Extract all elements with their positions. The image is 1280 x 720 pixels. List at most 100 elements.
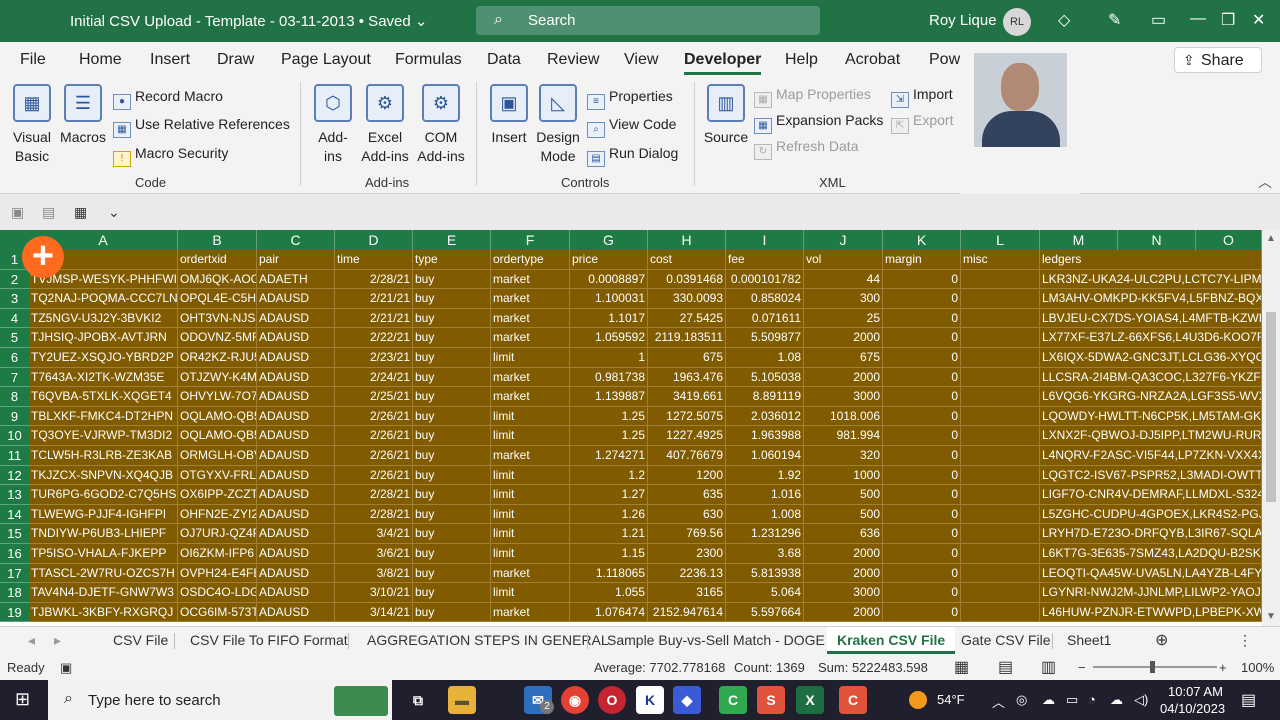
map-properties-button[interactable]: ▦ Map Properties [754, 86, 871, 108]
table-cell[interactable]: 2/28/21 [335, 269, 413, 290]
table-cell[interactable]: limit [491, 485, 570, 505]
scroll-up-icon[interactable]: ▲ [1266, 233, 1276, 244]
tab-kraken-csv-file[interactable]: Kraken CSV File [827, 627, 956, 654]
column-header-j[interactable]: J [804, 230, 883, 250]
table-cell[interactable]: buy [413, 485, 491, 505]
table-cell[interactable]: 3/4/21 [335, 524, 413, 544]
table-cell[interactable]: 0 [883, 504, 961, 525]
table-cell[interactable]: time [335, 250, 413, 270]
table-cell[interactable]: buy [413, 406, 491, 427]
zoom-out-icon[interactable]: − [1078, 660, 1086, 675]
table-cell[interactable]: buy [413, 446, 491, 466]
table-cell[interactable] [961, 269, 1040, 290]
table-cell[interactable]: market [491, 387, 570, 407]
source-button[interactable]: ▥ Source [702, 84, 750, 147]
table-cell[interactable]: ADAUSD [257, 465, 335, 486]
diamond-icon[interactable]: ◇ [1058, 10, 1070, 30]
table-cell[interactable]: 1.25 [570, 406, 648, 427]
column-header-k[interactable]: K [883, 230, 961, 250]
table-cell[interactable]: 1000 [804, 465, 883, 486]
table-cell[interactable]: T6QVBA-5TXLK-XQGET4 [29, 387, 178, 407]
tab-scroll-right-icon[interactable]: ▸ [54, 632, 61, 649]
table-cell[interactable]: 1.15 [570, 544, 648, 564]
page-break-view-icon[interactable]: ▥ [1041, 657, 1056, 677]
table-cell[interactable]: T7643A-XI2TK-WZM35E [29, 367, 178, 388]
table-cell[interactable]: L6KT7G-3E635-7SMZ43,LA2DQU-B2SK5 [1040, 544, 1262, 564]
table-cell[interactable] [961, 348, 1040, 368]
table-cell[interactable]: 2/26/21 [335, 446, 413, 466]
table-cell[interactable]: 3000 [804, 583, 883, 603]
table-cell[interactable]: ADAUSD [257, 544, 335, 564]
row-header[interactable]: 6 [0, 348, 29, 368]
insert-control-button[interactable]: ▣ Insert [487, 84, 531, 147]
table-cell[interactable]: OTJZWY-K4M [178, 367, 257, 388]
table-cell[interactable]: 1.25 [570, 426, 648, 446]
table-cell[interactable] [961, 544, 1040, 564]
table-cell[interactable]: 0 [883, 465, 961, 486]
row-header[interactable]: 14 [0, 504, 29, 525]
table-cell[interactable]: 27.5425 [648, 308, 726, 329]
column-header-i[interactable]: I [726, 230, 804, 250]
table-cell[interactable]: 2000 [804, 602, 883, 623]
excel-icon[interactable]: X [796, 686, 824, 714]
table-cell[interactable]: OTGYXV-FRLE [178, 465, 257, 486]
table-cell[interactable]: 1.274271 [570, 446, 648, 466]
menu-view[interactable]: View [624, 51, 658, 69]
row-header[interactable]: 13 [0, 485, 29, 505]
table-cell[interactable]: ADAUSD [257, 563, 335, 584]
menu-help[interactable]: Help [785, 51, 818, 69]
table-cell[interactable]: 0.071611 [726, 308, 804, 329]
table-cell[interactable]: OQLAMO-QB5 [178, 406, 257, 427]
table-cell[interactable] [961, 563, 1040, 584]
table-cell[interactable]: 1.139887 [570, 387, 648, 407]
tab-csv-fifo[interactable]: CSV File To FIFO Format [190, 632, 348, 648]
table-cell[interactable]: 1.100031 [570, 289, 648, 309]
addins-button[interactable]: ⬡ Add-ins [310, 84, 356, 166]
tab-scroll-left-icon[interactable]: ◂ [28, 632, 35, 649]
table-cell[interactable]: 3.68 [726, 544, 804, 564]
column-header-e[interactable]: E [413, 230, 491, 250]
paste-icon[interactable]: ▤ [42, 204, 55, 221]
table-cell[interactable]: 1.27 [570, 485, 648, 505]
table-cell[interactable]: OHVYLW-7O7 [178, 387, 257, 407]
file-explorer-icon[interactable]: ▬ [448, 686, 476, 714]
zoom-slider[interactable] [1093, 666, 1217, 668]
table-cell[interactable]: 1.059592 [570, 328, 648, 348]
table-cell[interactable]: 0 [883, 328, 961, 348]
table-cell[interactable]: ODOVNZ-5MF [178, 328, 257, 348]
table-cell[interactable]: LQGTC2-ISV67-PSPR52,L3MADI-OWTTF [1040, 465, 1262, 486]
tab-sample-buy-sell[interactable]: Sample Buy-vs-Sell Match - DOGE [607, 632, 825, 648]
table-cell[interactable]: TQ2NAJ-POQMA-CCC7LN [29, 289, 178, 309]
row-header[interactable]: 18 [0, 583, 29, 603]
table-cell[interactable]: TUR6PG-6GOD2-C7Q5HS [29, 485, 178, 505]
close-icon[interactable]: ✕ [1252, 10, 1265, 30]
design-mode-button[interactable]: ◺ Design Mode [533, 84, 583, 166]
table-cell[interactable]: misc [961, 250, 1040, 270]
save-icon[interactable]: ▣ [11, 204, 24, 221]
add-sheet-icon[interactable]: ⊕ [1155, 630, 1168, 650]
table-cell[interactable]: 0.0391468 [648, 269, 726, 290]
table-cell[interactable]: 0 [883, 308, 961, 329]
table-cell[interactable]: LXNX2F-QBWOJ-DJ5IPP,LTM2WU-RURM [1040, 426, 1262, 446]
table-cell[interactable]: 2236.13 [648, 563, 726, 584]
table-cell[interactable]: 981.994 [804, 426, 883, 446]
ribbon-display-icon[interactable]: ▭ [1151, 10, 1166, 30]
table-cell[interactable]: 2/28/21 [335, 485, 413, 505]
avatar[interactable]: RL [1003, 8, 1031, 36]
table-cell[interactable] [961, 504, 1040, 525]
table-cell[interactable]: ORMGLH-OBV [178, 446, 257, 466]
table-cell[interactable]: TZ5NGV-U3J2Y-3BVKI2 [29, 308, 178, 329]
table-cell[interactable]: LQOWDY-HWLTT-N6CP5K,LM5TAM-GK [1040, 406, 1262, 427]
table-cell[interactable]: 2/25/21 [335, 387, 413, 407]
table-cell[interactable]: market [491, 446, 570, 466]
table-cell[interactable]: 2/21/21 [335, 308, 413, 329]
table-cell[interactable]: 2/23/21 [335, 348, 413, 368]
row-header[interactable]: 3 [0, 289, 29, 309]
table-cell[interactable]: 5.105038 [726, 367, 804, 388]
table-cell[interactable]: OR42KZ-RJU5 [178, 348, 257, 368]
more-tabs-icon[interactable]: ⋮ [1238, 632, 1252, 649]
table-cell[interactable]: buy [413, 602, 491, 623]
weather-temp[interactable]: 54°F [937, 692, 965, 707]
table-cell[interactable]: ADAUSD [257, 602, 335, 623]
row-header[interactable]: 15 [0, 524, 29, 544]
